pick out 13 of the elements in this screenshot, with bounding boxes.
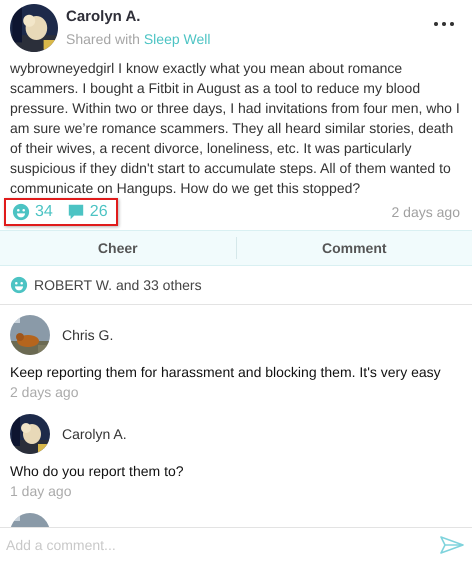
cheer-button[interactable]: Cheer [0, 237, 236, 259]
comment-button[interactable]: Comment [236, 237, 472, 259]
commenter-name[interactable]: Carolyn A. [62, 426, 127, 442]
comment-time: 2 days ago [10, 384, 80, 400]
shared-label: Shared with [66, 31, 140, 47]
post-text: wybrowneyedgirl I know exactly what you mean about romance scammers. I bought a Fitbit in August as a tool to reduce my blood pressure. Within two or three days, I had invitations from four men, who I am sure we’re romance scammers. They all heard similar stories, death of their wives, a recent divorce, loneliness, etc. It was particularly suspicious if they didn't start to accumulate steps. All of them wanted to communicate on Hangups. How do we get this stopped? [9, 59, 461, 198]
comment-text: Keep reporting them for harassment and blocking them. It's very easy [10, 364, 442, 380]
author-name[interactable]: Carolyn A. [66, 8, 140, 25]
post-time: 2 days ago [392, 204, 460, 220]
cheered-by-text[interactable]: ROBERT W. and 33 others [34, 277, 202, 293]
comment-text: Who do you report them to? [10, 463, 185, 479]
comment-time: 1 day ago [10, 483, 72, 499]
commenter-name[interactable]: Chris G. [62, 327, 114, 343]
